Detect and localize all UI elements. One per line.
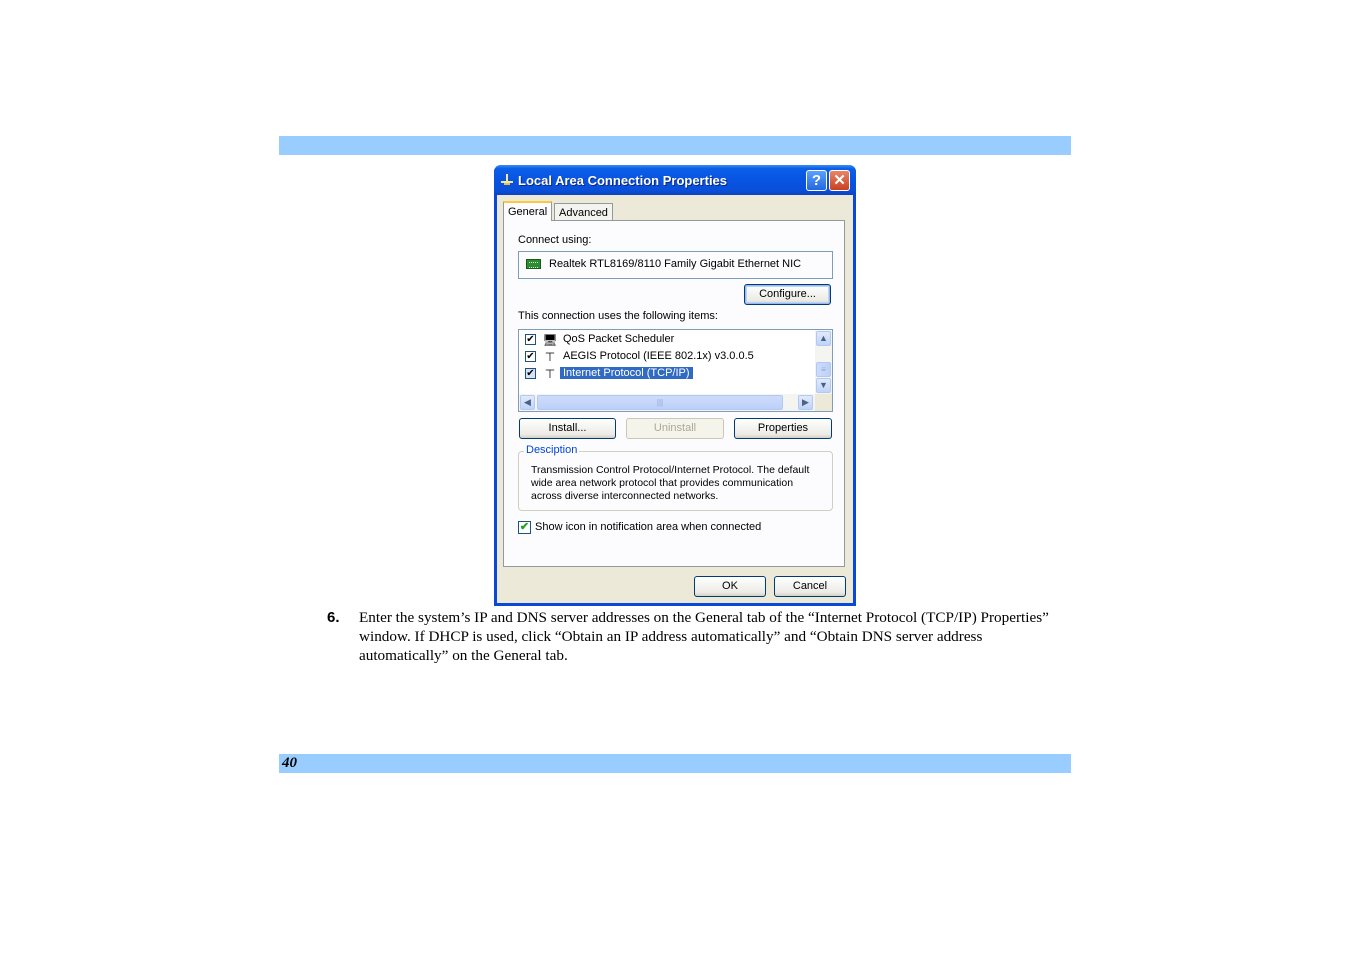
show-icon-label: Show icon in notification area when conn… — [535, 521, 762, 533]
network-connection-icon — [501, 174, 513, 185]
page-number: 40 — [282, 755, 297, 771]
local-area-connection-properties-dialog: Local Area Connection Properties ? ✕ Gen… — [494, 165, 856, 606]
protocol-icon: ⊤ — [544, 367, 556, 381]
computer-icon: 🖥 — [542, 333, 558, 347]
horizontal-scrollbar[interactable]: ◀ ||| ▶ — [519, 394, 815, 411]
show-icon-checkbox[interactable]: ✔ — [518, 521, 531, 534]
properties-button[interactable]: Properties — [734, 418, 832, 439]
install-button[interactable]: Install... — [519, 418, 616, 439]
components-list[interactable]: ✔ 🖥 QoS Packet Scheduler ✔ ⊤ AEGIS Proto… — [518, 329, 833, 412]
help-icon[interactable]: ? — [806, 170, 827, 191]
scroll-down-icon[interactable]: ▼ — [816, 378, 831, 393]
protocol-icon: ⊤ — [544, 350, 556, 364]
items-label: This connection uses the following items… — [518, 310, 718, 322]
ok-button[interactable]: OK — [694, 576, 766, 597]
cancel-button[interactable]: Cancel — [774, 576, 846, 597]
vertical-scroll-thumb[interactable]: ≡ — [816, 362, 831, 377]
scroll-left-icon[interactable]: ◀ — [520, 395, 535, 410]
dialog-client: General Advanced Connect using: Realtek … — [497, 195, 853, 603]
connect-using-label: Connect using: — [518, 234, 592, 246]
item-checkbox[interactable]: ✔ — [525, 351, 536, 362]
item-checkbox[interactable]: ✔ — [525, 334, 536, 345]
footer-band: 40 — [279, 754, 1071, 773]
close-icon[interactable]: ✕ — [829, 170, 850, 191]
configure-button[interactable]: Configure... — [744, 284, 831, 305]
item-label: AEGIS Protocol (IEEE 802.1x) v3.0.0.5 — [563, 350, 754, 362]
network-card-icon — [526, 259, 541, 269]
tab-advanced[interactable]: Advanced — [554, 203, 613, 221]
item-checkbox[interactable]: ✔ — [525, 368, 536, 379]
horizontal-scroll-thumb[interactable]: ||| — [537, 395, 783, 410]
item-label: Internet Protocol (TCP/IP) — [560, 367, 693, 379]
uninstall-button[interactable]: Uninstall — [626, 418, 724, 439]
general-tab-panel: Connect using: Realtek RTL8169/8110 Fami… — [503, 220, 845, 567]
adapter-name: Realtek RTL8169/8110 Family Gigabit Ethe… — [549, 258, 802, 270]
description-text: Transmission Control Protocol/Internet P… — [531, 464, 810, 502]
scroll-right-icon[interactable]: ▶ — [798, 395, 813, 410]
adapter-field: Realtek RTL8169/8110 Family Gigabit Ethe… — [518, 251, 833, 279]
vertical-scrollbar[interactable]: ▲ ≡ ▼ — [815, 330, 832, 394]
scroll-up-icon[interactable]: ▲ — [816, 331, 831, 346]
scrollbar-corner — [815, 394, 832, 411]
step-number: 6. — [327, 609, 340, 626]
tab-general[interactable]: General — [503, 201, 553, 221]
title-bar[interactable]: Local Area Connection Properties ? ✕ — [494, 165, 856, 195]
step-text: Enter the system’s IP and DNS server add… — [359, 609, 1049, 664]
description-title: Desciption — [524, 444, 580, 456]
header-band — [279, 136, 1071, 155]
dialog-title: Local Area Connection Properties — [518, 173, 728, 188]
item-label: QoS Packet Scheduler — [563, 333, 675, 345]
